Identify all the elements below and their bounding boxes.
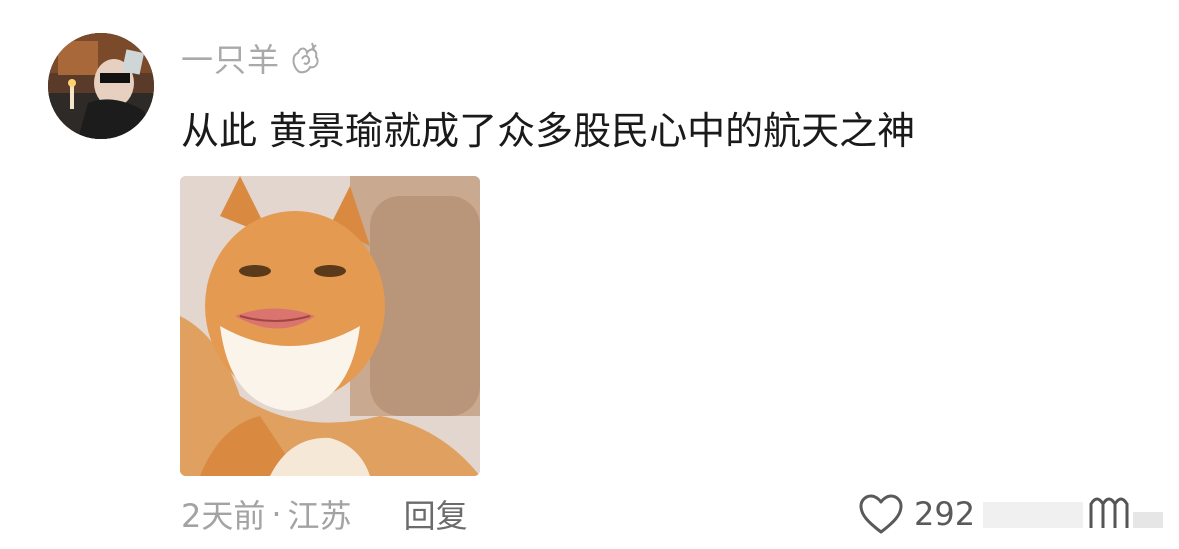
like-count: 292 [914,495,976,533]
comment-time: 2天前 [181,497,266,535]
weibo-watermark [975,486,1175,538]
comment-text: 从此 黄景瑜就成了众多股民心中的航天之神 [181,109,916,153]
flower-icon [292,42,319,74]
comment-image[interactable] [180,176,480,476]
heart-icon [859,494,903,534]
reply-button[interactable]: 回复 [404,491,468,537]
like-button[interactable]: 292 [858,490,975,538]
meta-separator: · [271,495,282,533]
username[interactable]: 一只羊 [181,36,320,80]
cat-meme-image [180,176,480,476]
watermark-icon [983,497,1163,528]
comment-meta: 2天前 · 江苏 回复 [181,490,468,538]
avatar[interactable] [48,33,154,139]
avatar-image [48,33,154,139]
comment-item: 一只羊 从此 黄景瑜就成了众多股民心中的航天之神 2天前 · 江苏 回复 292 [0,0,1179,549]
comment-location: 江苏 [287,497,352,535]
username-text[interactable]: 一只羊 [181,35,280,81]
